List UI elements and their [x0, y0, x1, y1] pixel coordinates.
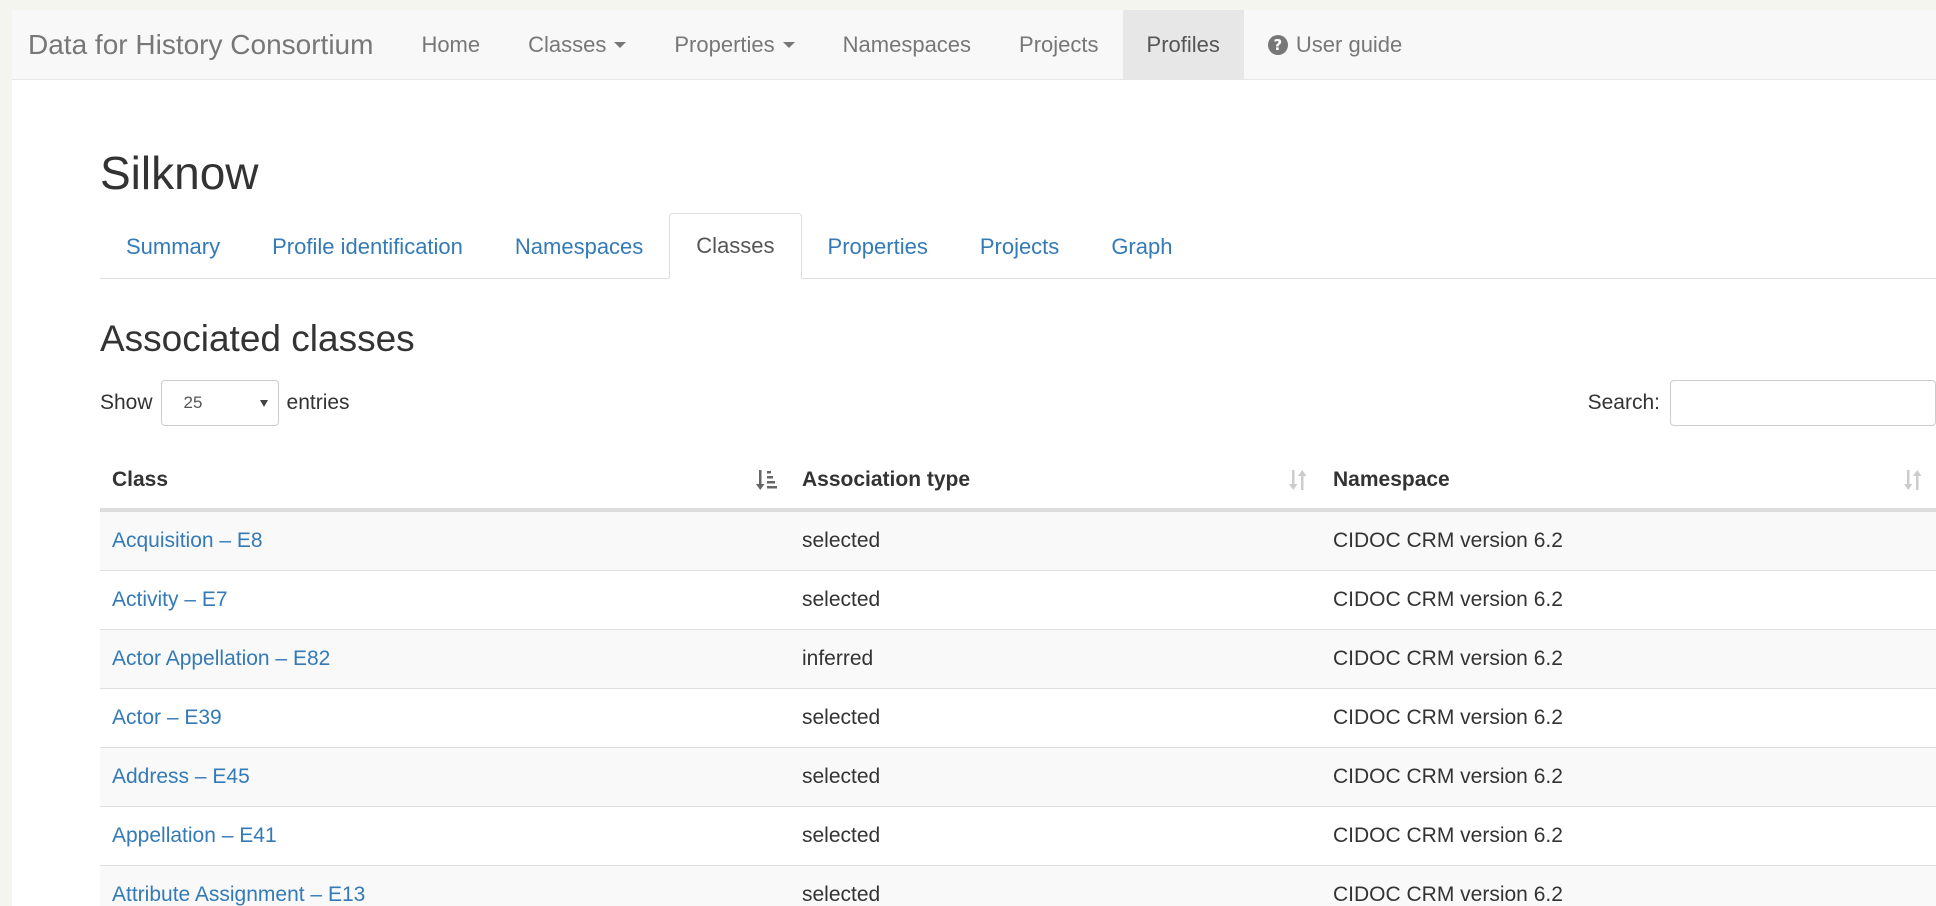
class-link[interactable]: Attribute Assignment – E13: [112, 883, 365, 906]
dropdown-arrow-icon: [259, 399, 268, 407]
nav-profiles-label: Profiles: [1146, 31, 1220, 57]
nav-properties-label: Properties: [674, 31, 775, 57]
namespace-cell: CIDOC CRM version 6.2: [1321, 865, 1936, 906]
association-type-cell: selected: [790, 688, 1321, 748]
column-header-namespace-label: Namespace: [1333, 468, 1450, 491]
sort-ascending-icon: [756, 470, 777, 490]
nav-projects[interactable]: Projects: [995, 10, 1122, 79]
nav-classes-label: Classes: [528, 31, 607, 57]
class-link[interactable]: Address – E45: [112, 765, 250, 788]
nav-namespaces-label: Namespaces: [842, 31, 972, 57]
tab-classes[interactable]: Classes: [669, 213, 802, 279]
question-circle-icon: ?: [1267, 34, 1288, 55]
nav-profiles[interactable]: Profiles: [1122, 10, 1244, 79]
namespace-cell: CIDOC CRM version 6.2: [1321, 629, 1936, 689]
tab-projects[interactable]: Projects: [954, 215, 1085, 279]
caret-down-icon: [782, 41, 795, 48]
class-link[interactable]: Appellation – E41: [112, 824, 277, 847]
association-type-cell: selected: [790, 806, 1321, 866]
search-input[interactable]: [1670, 380, 1936, 426]
associated-classes-table: Class Association type Namespace Acquisi…: [100, 452, 1936, 906]
nav-projects-label: Projects: [1019, 31, 1099, 57]
nav-home[interactable]: Home: [397, 10, 504, 79]
entries-label: entries: [286, 391, 350, 414]
namespace-cell: CIDOC CRM version 6.2: [1321, 806, 1936, 866]
association-type-cell: selected: [790, 747, 1321, 807]
column-header-association-type[interactable]: Association type: [790, 452, 1321, 512]
nav-user-guide[interactable]: ? User guide: [1244, 10, 1426, 79]
association-type-cell: inferred: [790, 629, 1321, 689]
association-type-cell: selected: [790, 570, 1321, 630]
namespace-cell: CIDOC CRM version 6.2: [1321, 570, 1936, 630]
entries-select-value: 25: [183, 393, 203, 412]
column-header-class-label: Class: [112, 468, 169, 491]
entries-length-control: Show 25 entries: [100, 380, 350, 426]
tab-profile-identification[interactable]: Profile identification: [246, 215, 489, 279]
association-type-cell: selected: [790, 510, 1321, 571]
table-row: Appellation – E41 selected CIDOC CRM ver…: [100, 806, 1936, 866]
table-search: Search:: [1588, 380, 1936, 426]
section-title: Associated classes: [100, 318, 415, 359]
class-link[interactable]: Activity – E7: [112, 588, 228, 611]
brand-link[interactable]: Data for History Consortium: [12, 10, 397, 79]
namespace-cell: CIDOC CRM version 6.2: [1321, 747, 1936, 807]
class-link[interactable]: Actor Appellation – E82: [112, 647, 330, 670]
profile-tabs: Summary Profile identification Namespace…: [100, 213, 1936, 279]
class-link[interactable]: Acquisition – E8: [112, 529, 263, 552]
class-link[interactable]: Actor – E39: [112, 706, 222, 729]
page-title: Silknow: [100, 147, 259, 199]
table-row: Address – E45 selected CIDOC CRM version…: [100, 747, 1936, 807]
column-header-association-label: Association type: [802, 468, 971, 491]
namespace-cell: CIDOC CRM version 6.2: [1321, 510, 1936, 571]
entries-select[interactable]: 25: [160, 380, 279, 426]
nav-namespaces[interactable]: Namespaces: [819, 10, 995, 79]
column-header-class[interactable]: Class: [100, 452, 790, 512]
caret-down-icon: [614, 41, 627, 48]
table-row: Actor Appellation – E82 inferred CIDOC C…: [100, 629, 1936, 689]
top-navbar: Data for History Consortium Home Classes…: [12, 10, 1936, 80]
table-row: Attribute Assignment – E13 selected CIDO…: [100, 865, 1936, 906]
nav-home-label: Home: [421, 31, 481, 57]
table-row: Acquisition – E8 selected CIDOC CRM vers…: [100, 510, 1936, 571]
tab-graph[interactable]: Graph: [1085, 215, 1198, 279]
sort-both-icon: [1904, 470, 1922, 490]
table-header-row: Class Association type Namespace: [100, 452, 1936, 512]
search-label: Search:: [1587, 391, 1660, 414]
tab-properties[interactable]: Properties: [802, 215, 954, 279]
table-row: Activity – E7 selected CIDOC CRM version…: [100, 570, 1936, 630]
namespace-cell: CIDOC CRM version 6.2: [1321, 688, 1936, 748]
column-header-namespace[interactable]: Namespace: [1321, 452, 1936, 512]
sort-both-icon: [1289, 470, 1307, 490]
page: Data for History Consortium Home Classes…: [12, 10, 1936, 906]
show-label: Show: [100, 391, 153, 414]
tab-namespaces[interactable]: Namespaces: [489, 215, 669, 279]
table-row: Actor – E39 selected CIDOC CRM version 6…: [100, 688, 1936, 748]
tab-summary[interactable]: Summary: [100, 215, 246, 279]
nav-properties-dropdown[interactable]: Properties: [650, 10, 818, 79]
nav-classes-dropdown[interactable]: Classes: [504, 10, 650, 79]
association-type-cell: selected: [790, 865, 1321, 906]
nav-user-guide-label: User guide: [1295, 31, 1403, 57]
